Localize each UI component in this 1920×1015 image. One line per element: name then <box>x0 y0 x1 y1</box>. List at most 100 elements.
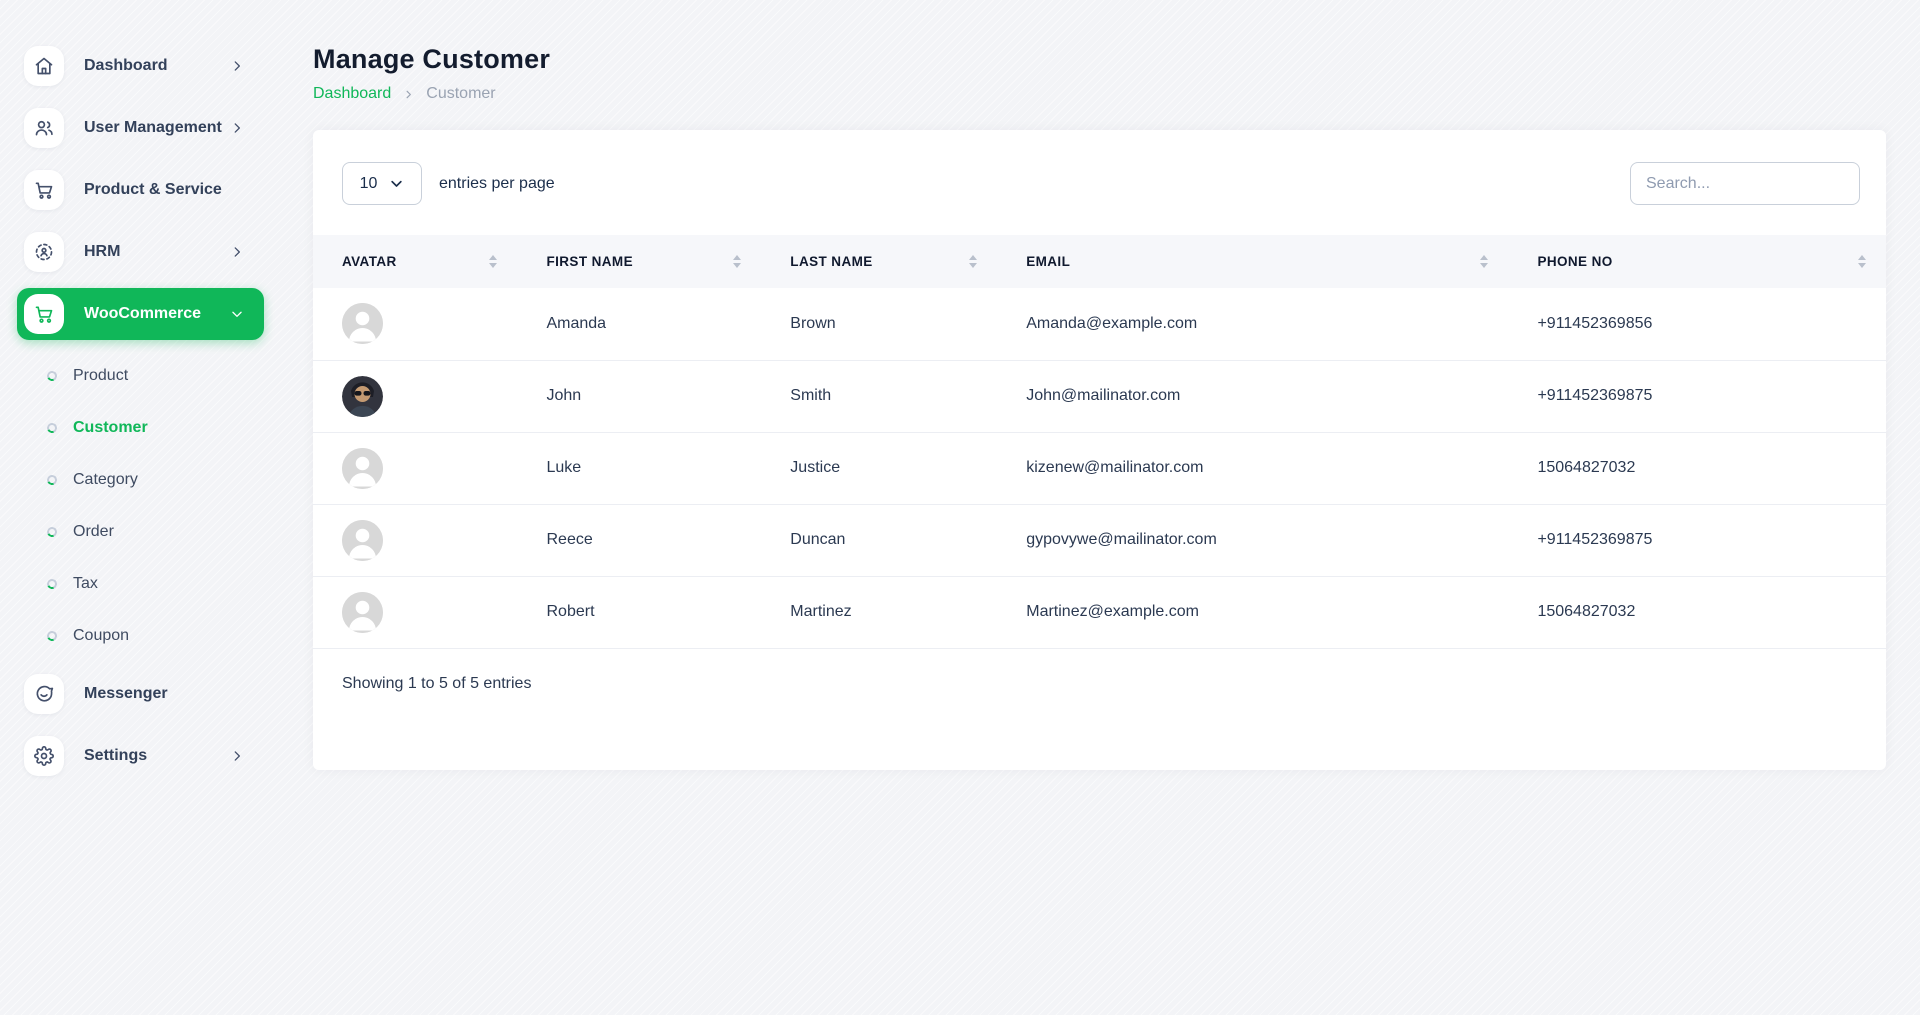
email-cell: gypovywe@mailinator.com <box>997 504 1508 576</box>
sort-icon <box>489 255 497 268</box>
email-cell: Amanda@example.com <box>997 288 1508 360</box>
table-row[interactable]: Reece Duncan gypovywe@mailinator.com +91… <box>313 504 1886 576</box>
phone-cell: +911452369856 <box>1508 288 1886 360</box>
avatar <box>342 592 383 633</box>
bullet-icon <box>46 422 59 435</box>
email-cell: kizenew@mailinator.com <box>997 432 1508 504</box>
table-body: Amanda Brown Amanda@example.com +9114523… <box>313 288 1886 648</box>
breadcrumb: Dashboard Customer <box>313 85 1886 103</box>
sidebar-item-label: User Management <box>84 119 222 137</box>
entries-per-page-value: 10 <box>360 175 378 193</box>
avatar-cell <box>313 288 517 360</box>
sidebar-item-messenger[interactable]: Messenger <box>17 668 264 720</box>
email-cell: John@mailinator.com <box>997 360 1508 432</box>
sidebar-item-user-management[interactable]: User Management <box>17 102 264 154</box>
breadcrumb-dashboard-link[interactable]: Dashboard <box>313 85 391 103</box>
chevron-right-icon <box>230 121 244 135</box>
last-name-cell: Martinez <box>761 576 997 648</box>
bullet-icon <box>46 578 59 591</box>
submenu-item-product[interactable]: Product <box>0 350 282 402</box>
column-header-avatar[interactable]: Avatar <box>313 235 517 288</box>
sidebar-item-label: WooCommerce <box>84 305 201 323</box>
sort-icon <box>1480 255 1488 268</box>
bullet-icon <box>46 370 59 383</box>
table-footer: Showing 1 to 5 of 5 entries <box>313 649 1886 693</box>
chevron-right-icon <box>230 59 244 73</box>
last-name-cell: Smith <box>761 360 997 432</box>
column-header-label: Email <box>1026 254 1070 269</box>
sort-icon <box>1858 255 1866 268</box>
submenu-item-order[interactable]: Order <box>0 506 282 558</box>
column-header-label: First Name <box>546 254 633 269</box>
submenu-item-label: Customer <box>73 419 148 437</box>
column-header-phone[interactable]: Phone No <box>1508 235 1886 288</box>
submenu-item-label: Product <box>73 367 128 385</box>
email-cell: Martinez@example.com <box>997 576 1508 648</box>
sidebar-item-label: Settings <box>84 747 147 765</box>
phone-cell: +911452369875 <box>1508 504 1886 576</box>
phone-cell: +911452369875 <box>1508 360 1886 432</box>
sidebar-item-woocommerce[interactable]: WooCommerce <box>17 288 264 340</box>
first-name-cell: Robert <box>517 576 761 648</box>
bullet-icon <box>46 474 59 487</box>
sidebar-item-label: Messenger <box>84 685 168 703</box>
submenu-item-label: Order <box>73 523 114 541</box>
bullet-icon <box>46 526 59 539</box>
gear-icon <box>24 736 64 776</box>
sidebar-item-settings[interactable]: Settings <box>17 730 264 782</box>
first-name-cell: Luke <box>517 432 761 504</box>
last-name-cell: Justice <box>761 432 997 504</box>
table-controls: 10 entries per page <box>313 130 1886 235</box>
sidebar-item-label: HRM <box>84 243 120 261</box>
table-row[interactable]: Amanda Brown Amanda@example.com +9114523… <box>313 288 1886 360</box>
first-name-cell: John <box>517 360 761 432</box>
phone-cell: 15064827032 <box>1508 432 1886 504</box>
table-row[interactable]: John Smith John@mailinator.com +91145236… <box>313 360 1886 432</box>
search-input[interactable] <box>1630 162 1860 205</box>
sort-icon <box>733 255 741 268</box>
sidebar-item-hrm[interactable]: HRM <box>17 226 264 278</box>
column-header-email[interactable]: Email <box>997 235 1508 288</box>
submenu-item-coupon[interactable]: Coupon <box>0 610 282 662</box>
table-row[interactable]: Luke Justice kizenew@mailinator.com 1506… <box>313 432 1886 504</box>
page-title: Manage Customer <box>313 44 1886 75</box>
submenu-item-category[interactable]: Category <box>0 454 282 506</box>
table-row[interactable]: Robert Martinez Martinez@example.com 150… <box>313 576 1886 648</box>
chevron-right-icon <box>230 245 244 259</box>
last-name-cell: Duncan <box>761 504 997 576</box>
entries-per-page-select[interactable]: 10 <box>342 162 422 205</box>
entries-per-page-label: entries per page <box>439 175 555 193</box>
column-header-first-name[interactable]: First Name <box>517 235 761 288</box>
first-name-cell: Reece <box>517 504 761 576</box>
table-header-row: Avatar First Name Last Name Email Phone … <box>313 235 1886 288</box>
chat-icon <box>24 674 64 714</box>
submenu-item-label: Tax <box>73 575 98 593</box>
woocommerce-submenu: Product Customer Category Order Tax Coup… <box>0 350 282 662</box>
sidebar-item-label: Product & Service <box>84 181 222 199</box>
column-header-label: Avatar <box>342 254 397 269</box>
avatar-cell <box>313 360 517 432</box>
sidebar-item-label: Dashboard <box>84 57 168 75</box>
sort-icon <box>969 255 977 268</box>
avatar <box>342 303 383 344</box>
first-name-cell: Amanda <box>517 288 761 360</box>
avatar <box>342 376 383 417</box>
submenu-item-label: Category <box>73 471 138 489</box>
user-focus-icon <box>24 232 64 272</box>
breadcrumb-current: Customer <box>426 85 495 103</box>
column-header-last-name[interactable]: Last Name <box>761 235 997 288</box>
sidebar-item-dashboard[interactable]: Dashboard <box>17 40 264 92</box>
submenu-item-tax[interactable]: Tax <box>0 558 282 610</box>
cart-icon <box>24 170 64 210</box>
last-name-cell: Brown <box>761 288 997 360</box>
customer-table-card: 10 entries per page Avatar First Name La… <box>313 130 1886 770</box>
chevron-right-icon <box>230 749 244 763</box>
submenu-item-customer[interactable]: Customer <box>0 402 282 454</box>
submenu-item-label: Coupon <box>73 627 129 645</box>
phone-cell: 15064827032 <box>1508 576 1886 648</box>
main-content: Manage Customer Dashboard Customer 10 en… <box>282 0 1920 1015</box>
users-icon <box>24 108 64 148</box>
customer-table: Avatar First Name Last Name Email Phone … <box>313 235 1886 649</box>
home-icon <box>24 46 64 86</box>
sidebar-item-product-service[interactable]: Product & Service <box>17 164 264 216</box>
